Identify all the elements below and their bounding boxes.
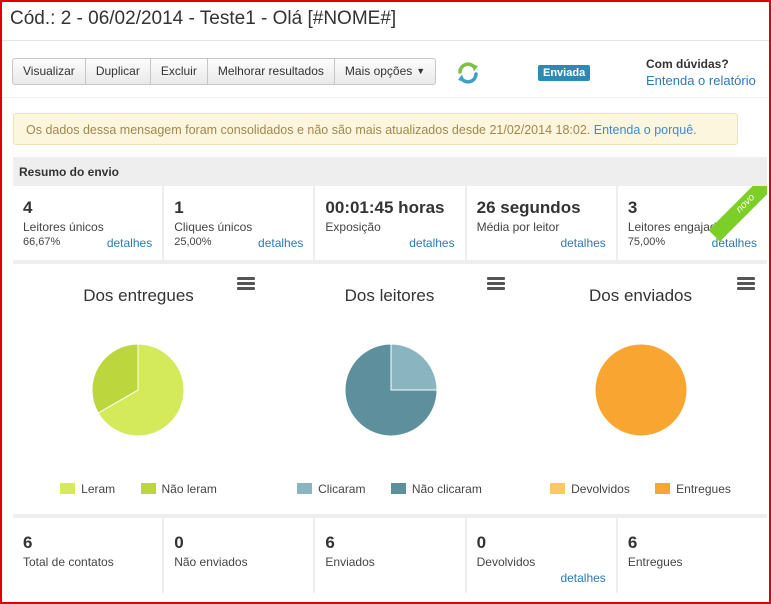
chart-legend: Leram Não leram (13, 482, 264, 496)
stat-unique-clicks: 1 Cliques únicos 25,00% detalhes (164, 186, 314, 260)
legend-label: Não clicaram (411, 482, 482, 496)
legend-swatch (655, 483, 671, 494)
refresh-icon[interactable] (456, 61, 480, 85)
details-link[interactable]: detalhes (560, 236, 605, 250)
action-toolbar: Visualizar Duplicar Excluir Melhorar res… (12, 58, 437, 85)
stats-row: 4 Leitores únicos 66,67% detalhes 1 Cliq… (13, 186, 768, 260)
more-options-label: Mais opções (344, 64, 413, 78)
chart-delivered: Dos entregues Leram Não leram (13, 264, 264, 514)
help-title: Com dúvidas? (646, 57, 729, 71)
chart-sent: Dos enviados Devolvidos Entregues (515, 264, 766, 514)
chart-title: Dos enviados (588, 286, 692, 305)
stat-label: Enviados (325, 555, 375, 569)
alert-message: Os dados dessa mensagem foram consolidad… (13, 113, 738, 145)
charts-area: Dos entregues Leram Não leram Dos leitor… (13, 264, 767, 514)
chart-readers: Dos leitores Clicaram Não clicaram (264, 264, 515, 514)
duplicate-button[interactable]: Duplicar (86, 59, 151, 84)
stat-average-per-reader: 26 segundos Média por leitor detalhes (466, 186, 616, 260)
stat-unique-readers: 4 Leitores únicos 66,67% detalhes (13, 186, 163, 260)
page-title: Cód.: 2 - 06/02/2014 - Teste1 - Olá [#NO… (10, 8, 397, 29)
new-ribbon: novo (708, 186, 768, 242)
legend-label: Devolvidos (571, 482, 630, 496)
legend-swatch (550, 483, 566, 494)
legend-swatch (390, 483, 406, 494)
legend-item[interactable]: Leram (60, 482, 115, 496)
more-options-button[interactable]: Mais opções ▼ (335, 59, 435, 84)
pie-chart (92, 344, 184, 436)
stat-value: 0 (174, 533, 184, 552)
help-link[interactable]: Entenda o relatório (646, 73, 756, 88)
stat-value: 6 (627, 533, 638, 552)
totals-row: 6 Total de contatos 0 Não enviados 6 Env… (13, 518, 768, 593)
stat-value: 6 (23, 533, 33, 552)
legend-item[interactable]: Devolvidos (550, 482, 630, 496)
view-button[interactable]: Visualizar (13, 59, 86, 84)
status-badge: Enviada (538, 65, 591, 81)
legend-item[interactable]: Não clicaram (390, 482, 482, 496)
stat-bounced: 0 Devolvidos detalhes (466, 518, 616, 593)
stat-value: 00:01:45 horas (325, 198, 445, 217)
pie-slice-clicaram[interactable] (390, 344, 437, 391)
summary-panel: Resumo do envio 4 Leitores únicos 66,67%… (13, 157, 768, 593)
legend-label: Entregues (676, 482, 731, 496)
stat-not-sent: 0 Não enviados (164, 518, 314, 593)
alert-link[interactable]: Entenda o porquê. (594, 123, 697, 137)
stat-percent: 25,00% (174, 236, 212, 248)
stat-value: 3 (627, 198, 638, 217)
stat-label: Leitores únicos (23, 220, 104, 234)
stat-total-contacts: 6 Total de contatos (13, 518, 163, 593)
stat-label: Entregues (627, 555, 683, 569)
legend-item[interactable]: Não leram (140, 482, 217, 496)
stat-label: Média por leitor (476, 220, 560, 234)
stat-label: Total de contatos (23, 555, 114, 569)
legend-swatch (60, 483, 76, 494)
stat-value: 0 (476, 533, 487, 552)
hamburger-menu-icon[interactable] (737, 277, 755, 291)
legend-label: Leram (81, 482, 116, 496)
pie-chart (595, 344, 687, 436)
legend-label: Clicaram (318, 482, 366, 496)
chart-title: Dos leitores (344, 286, 435, 305)
pie-slice-entregues[interactable] (595, 344, 687, 436)
details-link[interactable]: detalhes (258, 236, 303, 250)
stat-label: Devolvidos (476, 555, 536, 569)
stat-exposure: 00:01:45 horas Exposição detalhes (315, 186, 465, 260)
alert-text: Os dados dessa mensagem foram consolidad… (26, 123, 591, 137)
caret-down-icon: ▼ (416, 66, 426, 76)
stat-label: Não enviados (174, 555, 248, 569)
delete-button[interactable]: Excluir (151, 59, 208, 84)
divider (2, 97, 769, 98)
details-link[interactable]: detalhes (560, 571, 605, 585)
legend-item[interactable]: Clicaram (297, 482, 365, 496)
stat-percent: 75,00% (627, 236, 666, 248)
legend-swatch (297, 483, 313, 494)
legend-item[interactable]: Entregues (655, 482, 731, 496)
improve-results-button[interactable]: Melhorar resultados (208, 59, 335, 84)
legend-swatch (140, 483, 156, 494)
chart-title: Dos entregues (83, 286, 194, 305)
panel-header: Resumo do envio (19, 165, 120, 179)
stat-value: 1 (174, 198, 184, 217)
stat-delivered: 6 Entregues (617, 518, 768, 593)
stat-label: Cliques únicos (174, 220, 253, 234)
stat-percent: 66,67% (23, 236, 61, 248)
stat-value: 26 segundos (476, 198, 581, 217)
stat-value: 4 (23, 198, 33, 217)
chart-legend: Clicaram Não clicaram (264, 482, 515, 496)
hamburger-menu-icon[interactable] (487, 277, 505, 291)
divider (2, 40, 769, 41)
chart-legend: Devolvidos Entregues (515, 482, 766, 496)
hamburger-menu-icon[interactable] (237, 277, 255, 291)
legend-label: Não leram (161, 482, 217, 496)
stat-sent: 6 Enviados (315, 518, 465, 593)
details-link[interactable]: detalhes (409, 236, 454, 250)
stat-value: 6 (325, 533, 335, 552)
pie-chart (345, 344, 437, 436)
stat-engaged-readers: 3 Leitores engajados 75,00% detalhes nov… (617, 186, 768, 260)
stat-label: Exposição (325, 220, 381, 234)
details-link[interactable]: detalhes (107, 236, 152, 250)
